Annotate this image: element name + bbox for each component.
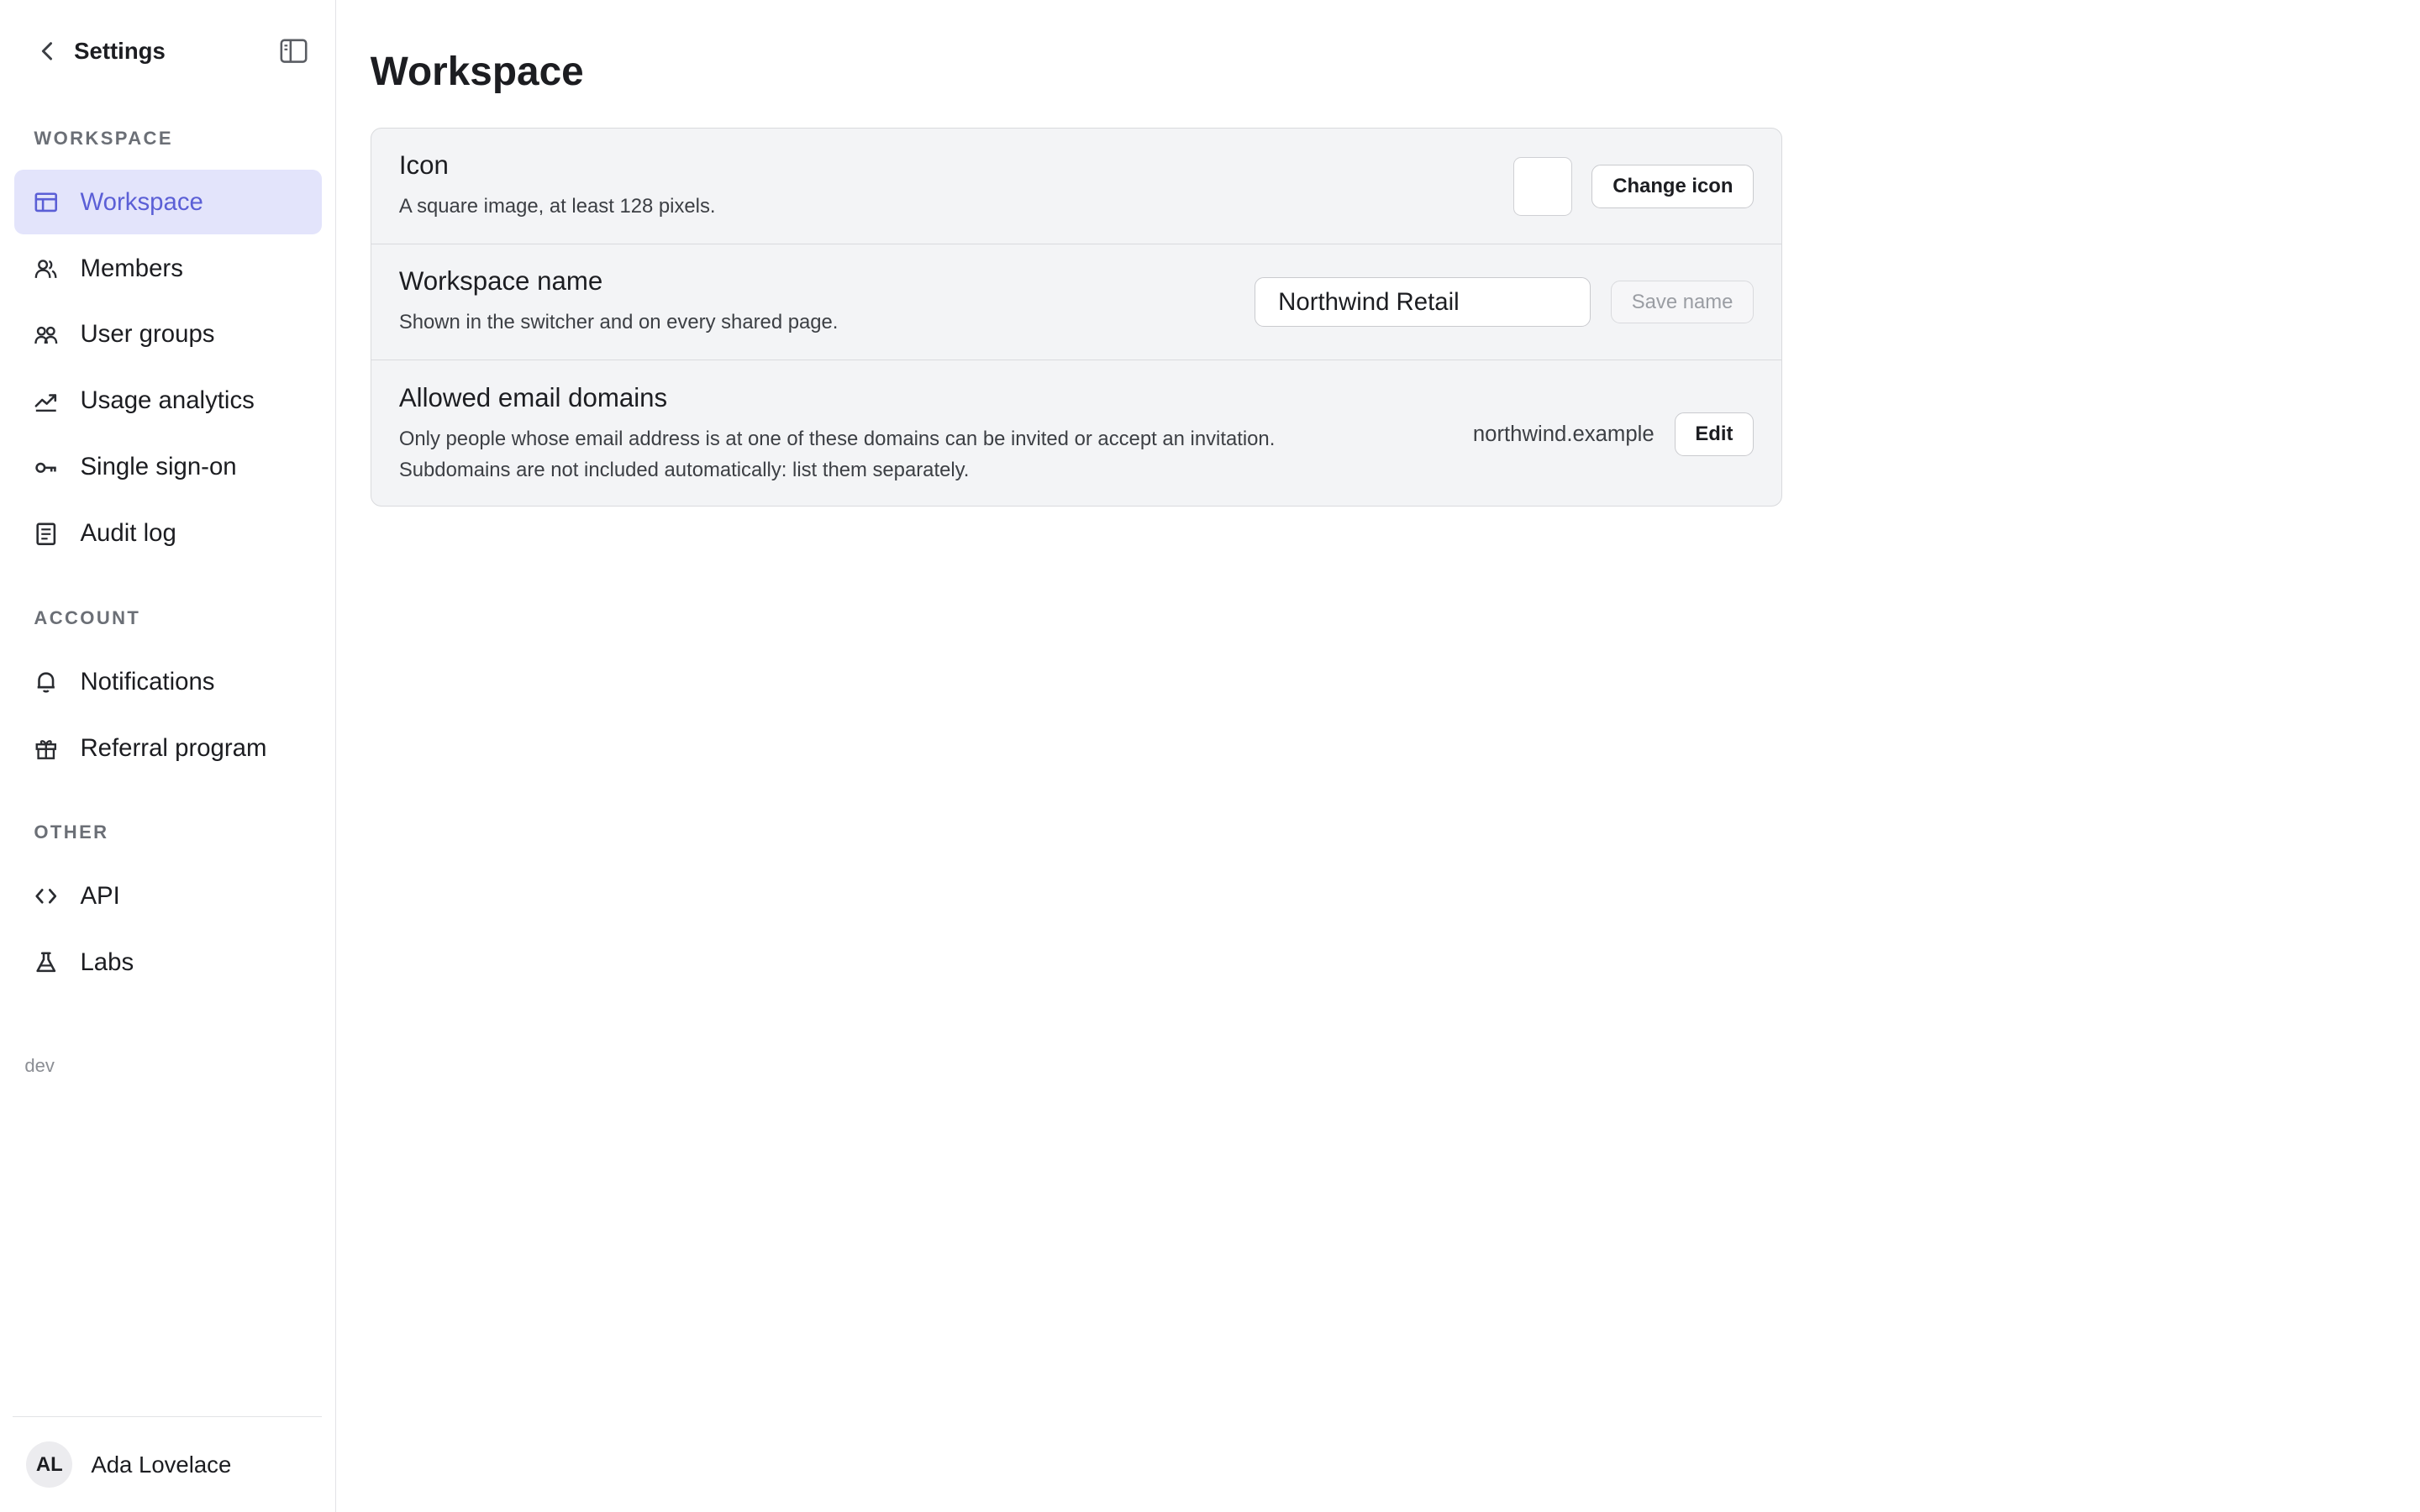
avatar: AL [26, 1441, 73, 1488]
page-title: Workspace [370, 50, 584, 95]
workspace-name-input[interactable] [1254, 277, 1591, 327]
sidebar-item-label: API [80, 881, 120, 910]
icon-row-title: Icon [398, 150, 449, 180]
bell-icon [34, 669, 58, 694]
section-account: ACCOUNT [34, 607, 141, 629]
workspace-name-title: Workspace name [398, 265, 603, 296]
trend-icon [34, 389, 58, 413]
user-profile[interactable]: AL Ada Lovelace [12, 1416, 322, 1512]
sidebar-item-audit-log[interactable]: Audit log [14, 501, 322, 566]
sidebar-item-label: User groups [80, 320, 215, 349]
allowed-domains-row: Allowed email domains Only people whose … [371, 360, 1782, 506]
workspace-name-row: Workspace name Shown in the switcher and… [371, 244, 1782, 360]
key-icon [34, 455, 58, 480]
icon-row-description: A square image, at least 128 pixels. [398, 194, 716, 218]
user-groups-icon [34, 323, 58, 347]
members-icon [34, 256, 58, 281]
sidebar-item-workspace[interactable]: Workspace [13, 169, 322, 235]
sidebar-item-label: Referral program [80, 733, 267, 762]
sidebar-item-label: Labs [80, 948, 134, 976]
sidebar-item-api[interactable]: API [14, 864, 322, 928]
gift-icon [34, 736, 58, 760]
chevron-left-icon[interactable] [34, 37, 61, 65]
sidebar-item-label: Notifications [80, 667, 215, 696]
allowed-domains-title: Allowed email domains [398, 382, 668, 412]
sidebar-item-labs[interactable]: Labs [14, 930, 322, 995]
workspace-icon-preview [1512, 156, 1572, 216]
icon-row: Icon A square image, at least 128 pixels… [371, 129, 1782, 245]
sidebar-item-label: Single sign-on [80, 453, 237, 481]
save-name-button[interactable]: Save name [1610, 280, 1754, 324]
section-other: OTHER [34, 822, 109, 843]
sidebar-title: Settings [74, 37, 166, 64]
sidebar-item-label: Usage analytics [80, 386, 255, 415]
layout-icon [34, 190, 58, 214]
sidebar-item-single-sign-on[interactable]: Single sign-on [14, 435, 322, 500]
change-icon-button[interactable]: Change icon [1591, 165, 1754, 208]
sidebar-item-usage-analytics[interactable]: Usage analytics [14, 369, 322, 433]
sidebar-item-label: Audit log [80, 519, 176, 548]
allowed-domains-description-1: Only people whose email address is at on… [398, 427, 1276, 450]
sidebar-item-notifications[interactable]: Notifications [14, 649, 322, 714]
sidebar-item-user-groups[interactable]: User groups [14, 302, 322, 367]
flask-icon [34, 950, 58, 974]
allowed-domains-description-2: Subdomains are not included automaticall… [398, 458, 970, 481]
document-icon [34, 522, 58, 546]
sidebar-item-label: Members [80, 254, 183, 282]
workspace-settings-card: Icon A square image, at least 128 pixels… [370, 128, 1783, 507]
allowed-domain-value: northwind.example [1472, 422, 1655, 446]
settings-sidebar: Settings WORKSPACE Workspace Members Use… [0, 0, 337, 1512]
sidebar-header: Settings [0, 0, 335, 102]
workspace-name-description: Shown in the switcher and on every share… [398, 310, 839, 333]
sidebar-item-label: Workspace [80, 187, 203, 216]
sidebar-toggle-icon[interactable] [277, 34, 311, 67]
sidebar-item-members[interactable]: Members [14, 236, 322, 301]
user-name: Ada Lovelace [91, 1451, 232, 1478]
environment-label: dev [24, 1055, 55, 1077]
main-content: Workspace Icon A square image, at least … [336, 0, 2420, 1512]
section-workspace: WORKSPACE [34, 127, 173, 149]
code-icon [34, 884, 58, 908]
edit-domains-button[interactable]: Edit [1674, 412, 1754, 456]
sidebar-item-referral-program[interactable]: Referral program [14, 716, 322, 780]
